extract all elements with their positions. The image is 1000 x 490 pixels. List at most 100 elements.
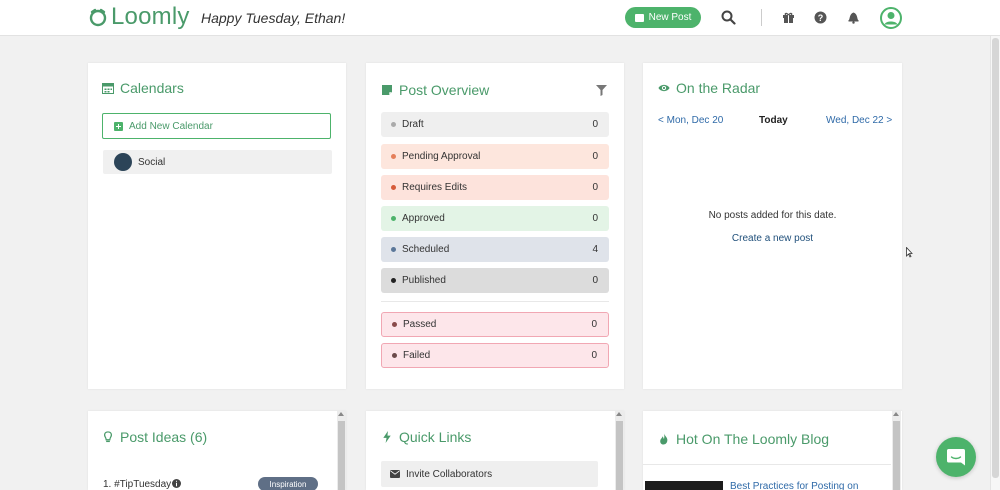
add-calendar-label: Add New Calendar [129, 120, 213, 132]
page-scrollbar[interactable] [990, 36, 1000, 490]
status-dot [392, 353, 397, 358]
status-dot [391, 122, 396, 127]
loomly-logo[interactable]: Loomly [88, 3, 190, 31]
loomly-blog-card: Hot On The Loomly Blog Best Practices fo… [643, 411, 902, 490]
calendar-avatar [114, 153, 132, 171]
scroll-up-arrow-icon[interactable] [616, 412, 622, 416]
status-label: Requires Edits [402, 182, 468, 193]
radar-prev-day-link[interactable]: < Mon, Dec 20 [658, 115, 723, 126]
status-label: Published [402, 275, 446, 286]
status-dot [391, 185, 396, 190]
status-count: 0 [592, 182, 598, 193]
status-count: 0 [592, 275, 598, 286]
radar-today-label[interactable]: Today [759, 115, 788, 126]
info-icon[interactable] [172, 479, 181, 488]
on-the-radar-card: On the Radar < Mon, Dec 20 Today Wed, De… [643, 63, 902, 389]
scroll-up-arrow-icon[interactable] [338, 412, 344, 416]
create-new-post-link[interactable]: Create a new post [643, 233, 902, 244]
loomly-logo-icon [89, 8, 107, 27]
scroll-thumb[interactable] [893, 421, 900, 490]
envelope-icon [390, 470, 400, 478]
blog-post-thumbnail[interactable] [645, 481, 723, 490]
status-row-pending-approval[interactable]: Pending Approval 0 [381, 144, 609, 169]
status-row-draft[interactable]: Draft 0 [381, 112, 609, 137]
post-overview-card: Post Overview Draft 0 Pending Approval 0… [366, 63, 624, 389]
new-post-label: New Post [648, 12, 692, 23]
bell-icon[interactable] [845, 9, 861, 25]
status-dot [392, 322, 397, 327]
blog-post-link[interactable]: Best Practices for Posting on [730, 481, 858, 490]
status-count: 0 [592, 119, 598, 130]
post-ideas-title: Post Ideas (6) [102, 429, 207, 445]
scroll-thumb[interactable] [616, 421, 623, 490]
quick-links-card: Quick Links Invite Collaborators [366, 411, 624, 490]
status-label: Pending Approval [402, 151, 481, 162]
lightning-icon [383, 431, 391, 443]
status-row-approved[interactable]: Approved 0 [381, 206, 609, 231]
status-count: 0 [591, 319, 597, 330]
status-count: 0 [591, 350, 597, 361]
status-divider [381, 301, 609, 302]
radar-next-day-link[interactable]: Wed, Dec 22 > [826, 115, 892, 126]
status-label: Failed [403, 350, 431, 361]
status-row-scheduled[interactable]: Scheduled 4 [381, 237, 609, 262]
post-overview-title-text: Post Overview [399, 82, 490, 98]
logo-text: Loomly [111, 3, 190, 30]
blog-divider [643, 464, 891, 465]
new-post-icon [634, 13, 644, 22]
post-idea-item-label[interactable]: 1. #TipTuesday [103, 479, 171, 490]
post-ideas-scrollbar[interactable] [337, 411, 346, 490]
blog-title: Hot On The Loomly Blog [658, 431, 829, 447]
status-row-failed[interactable]: Failed 0 [381, 343, 609, 368]
status-label: Approved [402, 213, 445, 224]
scroll-thumb[interactable] [338, 421, 345, 490]
quick-link-invite-collaborators[interactable]: Invite Collaborators [381, 461, 598, 487]
radar-title: On the Radar [658, 80, 760, 96]
calendar-icon [102, 83, 114, 94]
filter-icon[interactable] [596, 85, 607, 96]
quick-links-title: Quick Links [381, 429, 471, 445]
radar-title-text: On the Radar [676, 80, 761, 96]
status-count: 0 [592, 151, 598, 162]
add-new-calendar-button[interactable]: Add New Calendar [102, 113, 331, 139]
svg-text:?: ? [817, 13, 823, 23]
status-label: Scheduled [402, 244, 450, 255]
mouse-cursor-icon [906, 247, 913, 258]
status-label: Draft [402, 119, 424, 130]
page-scroll-thumb[interactable] [992, 38, 999, 478]
blog-scrollbar[interactable] [892, 411, 901, 490]
post-idea-tag: Inspiration [258, 477, 318, 490]
user-avatar-icon[interactable] [879, 6, 902, 29]
quick-link-label: Invite Collaborators [406, 468, 493, 480]
new-post-button[interactable]: New Post [625, 7, 701, 28]
gift-icon[interactable] [780, 9, 796, 25]
status-row-published[interactable]: Published 0 [381, 268, 609, 293]
quick-links-scrollbar[interactable] [615, 411, 624, 490]
chat-icon [947, 448, 965, 465]
note-icon [382, 85, 392, 95]
quick-links-title-text: Quick Links [399, 429, 472, 445]
plus-icon [114, 121, 123, 131]
radar-empty-message: No posts added for this date. [708, 210, 837, 221]
post-ideas-title-text: Post Ideas (6) [120, 429, 208, 445]
header-divider [761, 9, 762, 26]
calendar-item-label: Social [138, 156, 166, 168]
post-overview-title: Post Overview [381, 82, 489, 98]
status-dot [391, 216, 396, 221]
status-dot [391, 154, 396, 159]
search-icon[interactable] [720, 9, 736, 25]
status-count: 4 [592, 244, 598, 255]
calendar-item-social[interactable]: Social [103, 150, 332, 174]
flame-icon [660, 433, 668, 445]
chat-support-button[interactable] [936, 437, 976, 477]
status-row-passed[interactable]: Passed 0 [381, 312, 609, 337]
eye-icon [658, 84, 670, 92]
greeting-text: Happy Tuesday, Ethan! [201, 10, 346, 26]
help-icon[interactable]: ? [812, 9, 828, 25]
scroll-up-arrow-icon[interactable] [893, 412, 899, 416]
status-dot [391, 278, 396, 283]
calendars-card: Calendars Add New Calendar Social [88, 63, 346, 389]
status-dot [391, 247, 396, 252]
status-row-requires-edits[interactable]: Requires Edits 0 [381, 175, 609, 200]
calendars-title: Calendars [102, 80, 184, 96]
